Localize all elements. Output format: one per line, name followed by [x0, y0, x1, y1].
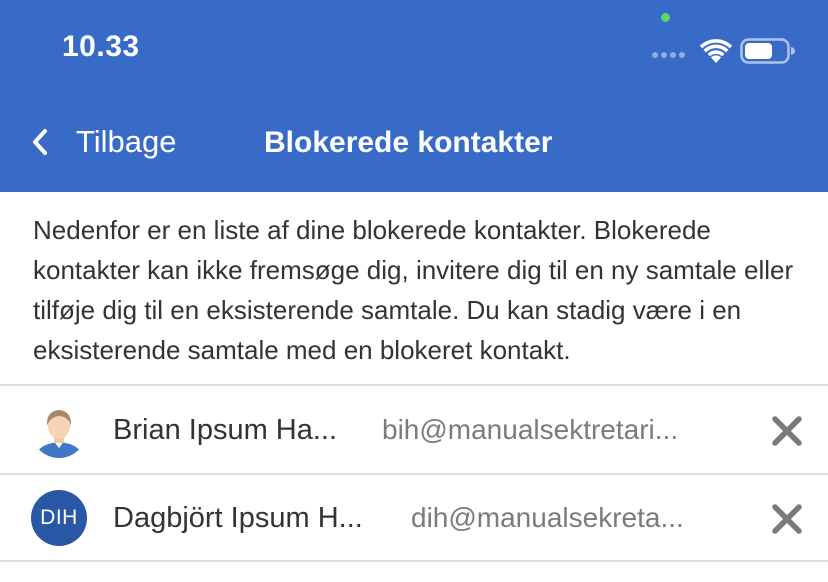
- cellular-signal-icon: [652, 52, 685, 58]
- intro-text: Nedenfor er en liste af dine blokerede k…: [33, 215, 794, 365]
- avatar-initials: DIH: [31, 490, 87, 546]
- divider: [0, 560, 828, 562]
- back-button[interactable]: Tilbage: [30, 124, 177, 160]
- privacy-indicator-dot: [661, 13, 670, 22]
- person-photo-icon: [31, 402, 87, 458]
- wifi-icon: [699, 39, 733, 63]
- blocked-contact-row: Brian Ipsum Ha... bih@manualsektretari..…: [0, 387, 828, 473]
- header: 10.33 Tilbage Blokerede kontakter: [0, 0, 828, 192]
- blocked-contact-row: DIH Dagbjört Ipsum H... dih@manualsekret…: [0, 475, 828, 561]
- contact-email: bih@manualsektretari...: [382, 414, 679, 445]
- page-title: Blokerede kontakter: [264, 126, 553, 159]
- status-time: 10.33: [62, 30, 140, 63]
- chevron-left-icon: [33, 129, 47, 155]
- remove-contact-button[interactable]: [768, 412, 806, 450]
- battery-icon: [740, 38, 795, 64]
- back-label: Tilbage: [76, 124, 177, 159]
- contact-email: dih@manualsekreta...: [411, 502, 684, 533]
- remove-contact-button[interactable]: [768, 500, 806, 538]
- avatar: [31, 402, 87, 458]
- divider: [0, 384, 828, 386]
- contact-name: Brian Ipsum Ha...: [113, 414, 338, 446]
- contact-name: Dagbjört Ipsum H...: [113, 502, 363, 534]
